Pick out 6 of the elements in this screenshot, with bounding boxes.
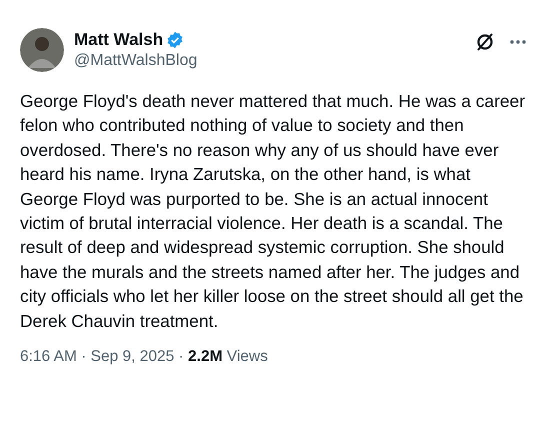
avatar-icon[interactable]	[20, 28, 64, 72]
post-text: George Floyd's death never mattered that much. He was a career felon who contributed nothing of value to society and then overdosed. There's no reason why any of us should have ever heard his name. Iryna Zarutska, on the other hand, is what George Floyd was purported to be. She is an actual innocent victim of brutal interracial violence. Her death is a scandal. The result of deep and widespread systemic corruption. She should have the murals and the streets named after her. The judges and city officials who let her killer loose on the street should all get the Derek Chauvin treatment.	[20, 90, 526, 333]
slashed-circle-icon[interactable]	[475, 32, 495, 52]
author-handle[interactable]: @MattWalshBlog	[74, 51, 198, 71]
post-meta: 6:16 AM · Sep 9, 2025 · 2.2M Views	[20, 348, 269, 366]
author-name[interactable]: Matt Walsh	[74, 30, 164, 50]
